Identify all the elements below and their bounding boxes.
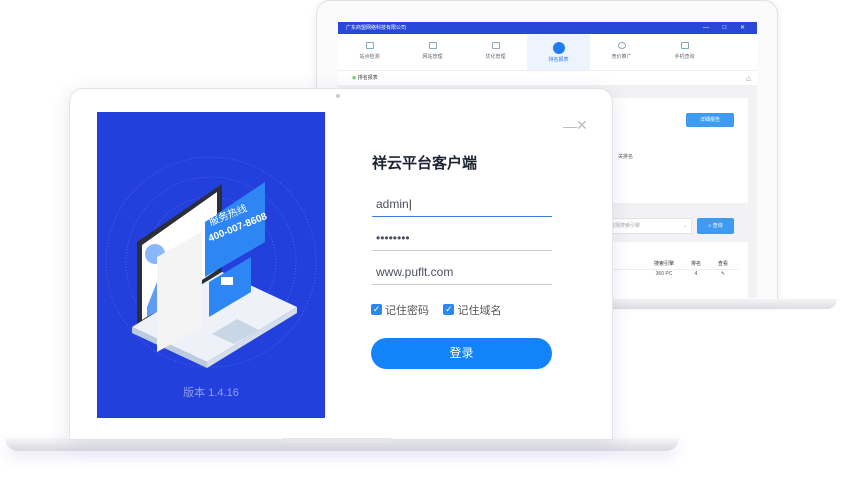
- query-button[interactable]: ⌕ 查询: [697, 218, 734, 234]
- window-controls[interactable]: — □ ✕: [703, 22, 751, 34]
- remember-options: ✓ 记住密码 ✓ 记住域名: [371, 299, 511, 318]
- remember-password-label: 记住密码: [385, 304, 429, 317]
- engine-select[interactable]: 请选择搜索引擎 ⌄: [600, 218, 692, 234]
- close-button[interactable]: ✕: [576, 117, 588, 134]
- password-input[interactable]: ••••••••: [372, 225, 552, 251]
- nav-label: 排名报表: [548, 57, 569, 63]
- breadcrumb-label: 排名报表: [357, 75, 378, 81]
- nav-item-site-manage[interactable]: 网站管理: [401, 34, 464, 70]
- edit-icon[interactable]: ✎: [708, 271, 738, 277]
- breadcrumb: ◉ 排名报表 ⌂: [338, 70, 757, 85]
- table-row: 360 PC 4 ✎: [598, 271, 738, 277]
- header-view: 查看: [717, 261, 728, 267]
- table-header: 搜索引擎 排名 查看: [598, 258, 738, 270]
- nav-item-bidding[interactable]: 竞价推广: [590, 34, 653, 70]
- results-table: 搜索引擎 排名 查看 360 PC 4 ✎: [598, 242, 748, 298]
- nav-label: 站点检测: [359, 54, 380, 60]
- laptop-illustration: [105, 156, 317, 368]
- detail-report-button[interactable]: 详细报告: [686, 113, 734, 127]
- remember-domain-label: 记住域名: [457, 304, 502, 317]
- username-input[interactable]: admin|: [372, 191, 552, 217]
- login-illustration-panel: 服务热线 400-007-8608 版本 1.4.16: [97, 112, 325, 418]
- minimize-button[interactable]: —: [563, 118, 577, 134]
- cell-rank: 4: [694, 271, 698, 277]
- camera: [336, 94, 340, 98]
- screen-icon: [428, 42, 437, 49]
- monitor-icon: [365, 42, 374, 49]
- text-cursor: |: [408, 197, 412, 211]
- nav-item-site-check[interactable]: 站点检测: [338, 34, 401, 70]
- back-laptop-base: [585, 299, 837, 309]
- header-engine: 搜索引擎: [653, 261, 674, 267]
- nav-item-mobile[interactable]: 手机查询: [653, 34, 716, 70]
- remember-password-checkbox[interactable]: ✓ 记住密码: [371, 302, 429, 318]
- summary-panel: 详细报告 关排名: [598, 98, 748, 203]
- nav-label: 竞价推广: [611, 54, 632, 60]
- cell-engine: 360 PC: [655, 271, 673, 277]
- nav-label: 手机查询: [674, 54, 695, 60]
- nav-item-ranking-report[interactable]: 排名报表: [527, 34, 590, 70]
- nav-label: 网站管理: [422, 54, 443, 60]
- nav-label: 优化管理: [485, 54, 506, 60]
- laptop-notch: [282, 438, 392, 443]
- query-label: 查询: [712, 223, 723, 229]
- login-title: 祥云平台客户端: [372, 155, 478, 172]
- gear-icon: [617, 42, 626, 49]
- username-value: admin: [376, 197, 409, 211]
- check-icon: ✓: [443, 304, 455, 315]
- app-title: 广东商盟网络科技有限公司: [338, 22, 757, 34]
- home-icon[interactable]: ⌂: [746, 71, 751, 86]
- check-icon: ✓: [371, 304, 382, 315]
- nav-item-optimize[interactable]: 优化管理: [464, 34, 527, 70]
- remember-domain-checkbox[interactable]: ✓ 记住域名: [443, 302, 501, 318]
- domain-input[interactable]: www.puflt.com: [372, 259, 552, 285]
- version-label: 版本 1.4.16: [183, 387, 239, 399]
- header-rank: 排名: [690, 261, 701, 267]
- play-icon: [221, 277, 233, 285]
- login-button[interactable]: 登录: [371, 338, 552, 369]
- phone-icon: [680, 42, 689, 49]
- chevron-down-icon: ⌄: [682, 223, 687, 229]
- top-nav: 站点检测 网站管理 优化管理 排名报表 竞价推广 手机查询: [338, 34, 757, 70]
- ranking-text: 关排名: [618, 154, 634, 160]
- card-icon: [491, 42, 500, 49]
- report-icon: [552, 42, 565, 54]
